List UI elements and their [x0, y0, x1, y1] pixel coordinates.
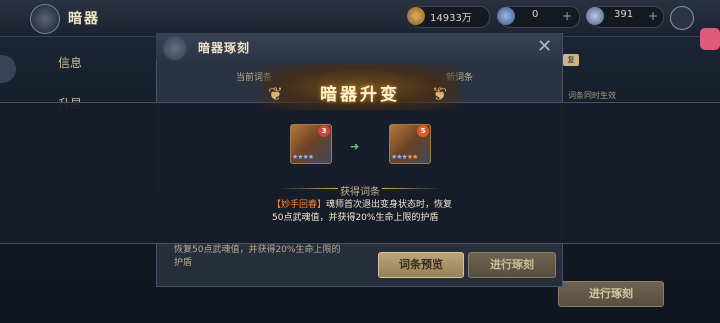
before-stars: ★★★★: [292, 153, 314, 161]
bg-tag: 复: [563, 54, 579, 66]
page-title: 暗器: [68, 11, 100, 27]
crystal-value: 391: [614, 9, 634, 20]
sidebar-item-info[interactable]: 信息: [58, 54, 82, 71]
coin-icon: [407, 7, 425, 25]
side-chat-icon[interactable]: [0, 55, 16, 83]
side-pink-icon[interactable]: [700, 28, 720, 50]
left-wing-ornament-icon: ❦: [268, 84, 284, 105]
add-gem-button[interactable]: +: [562, 9, 572, 23]
entry-tag: 【妙手回春】: [272, 200, 327, 210]
bg-note: 词条同时生效: [568, 91, 616, 100]
home-icon[interactable]: [670, 6, 694, 30]
before-level-badge: 3: [318, 125, 330, 137]
after-level-badge: 5: [417, 125, 429, 137]
current-entry-text: 恢复50点武魂值，并获得20%生命上限的护盾: [174, 245, 341, 268]
gained-entry: 【妙手回春】魂师首次退出变身状态时，恢复50点武魂值，并获得20%生命上限的护盾: [272, 199, 462, 224]
dialog-title: 暗器琢刻: [198, 41, 251, 55]
upgrade-arrow-icon: ➜: [350, 140, 360, 153]
popup-title: 暗器升变: [320, 85, 400, 105]
carve-button[interactable]: 进行琢刻: [468, 252, 556, 278]
bg-carve-button[interactable]: 进行琢刻: [558, 281, 664, 307]
coin-value: 14933万: [430, 13, 472, 24]
add-crystal-button[interactable]: +: [648, 9, 658, 23]
section-divider-right: [382, 188, 442, 189]
gem-icon: [497, 7, 515, 25]
gem-value: 0: [532, 9, 539, 20]
close-icon[interactable]: ✕: [537, 36, 552, 57]
back-emblem-icon[interactable]: [30, 4, 60, 34]
crystal-icon: [586, 7, 604, 25]
after-stars: ★★★★★: [391, 153, 418, 161]
right-wing-ornament-icon: ❦: [432, 84, 448, 105]
entry-preview-button[interactable]: 词条预览: [378, 252, 464, 278]
section-title: 获得词条: [340, 187, 380, 198]
dialog-emblem-icon: [163, 36, 187, 60]
